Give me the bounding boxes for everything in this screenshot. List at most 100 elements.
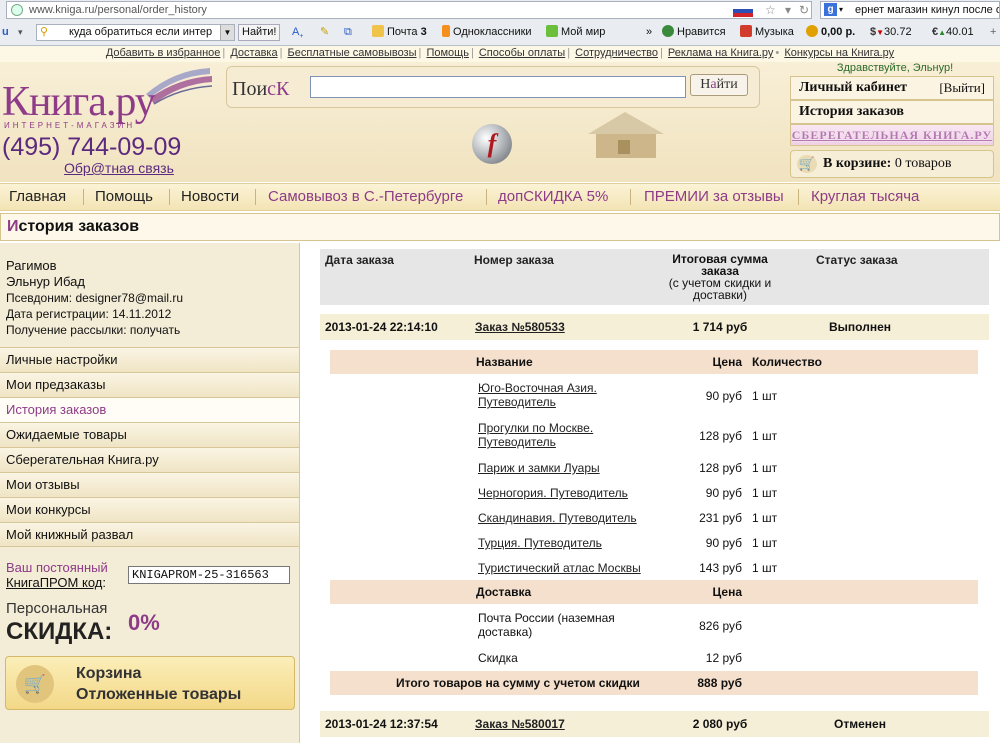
nav-home[interactable]: Главная bbox=[9, 184, 66, 210]
sidebar-item-order-history[interactable]: История заказов bbox=[0, 397, 299, 422]
feedback-link[interactable]: Обр@тная связь bbox=[64, 160, 174, 176]
nav-review-bonus[interactable]: ПРЕМИИ за отзывы bbox=[644, 184, 784, 210]
header-cart[interactable]: 🛒 В корзине: 0 товаров bbox=[790, 150, 994, 178]
item-link[interactable]: Туристический атлас Москвы bbox=[478, 561, 641, 575]
reload-icon[interactable]: ↻ bbox=[799, 2, 809, 18]
top-link[interactable]: Помощь bbox=[426, 47, 469, 59]
toolbar-logo-icon[interactable]: u bbox=[2, 22, 9, 42]
discount-value: 0% bbox=[128, 610, 160, 635]
nav-extra-discount[interactable]: допСКИДКА 5% bbox=[498, 184, 608, 210]
address-bar[interactable]: www.kniga.ru/personal/order_history ☆ ▾ … bbox=[6, 1, 812, 19]
delivery-name: Почта России (наземная доставка) bbox=[478, 611, 615, 639]
nav-round-thousand[interactable]: Круглая тысяча bbox=[811, 184, 919, 210]
deferred-items-link[interactable]: Отложенные товары bbox=[76, 686, 241, 704]
moimir-icon bbox=[546, 25, 558, 37]
item-link[interactable]: Турция. Путеводитель bbox=[478, 536, 602, 550]
top-link[interactable]: Конкурсы на Книга.ру bbox=[784, 47, 894, 59]
search-icon: ⚲ bbox=[40, 26, 49, 38]
nav-pickup-spb[interactable]: Самовывоз в С.-Петербурге bbox=[268, 184, 463, 210]
user-registered: Дата регистрации: 14.11.2012 bbox=[6, 307, 172, 321]
toolbar-search-input[interactable]: ⚲ куда обратиться если интер ▼ bbox=[36, 24, 235, 41]
balance-link[interactable]: 0,00 р. bbox=[806, 22, 855, 42]
item-link[interactable]: Скандинавия. Путеводитель bbox=[478, 511, 637, 525]
user-mailing: Получение рассылки: получать bbox=[6, 323, 181, 337]
item-link[interactable]: Прогулки по Москве. Путеводитель bbox=[478, 421, 593, 449]
logout-link[interactable]: [Выйти] bbox=[939, 77, 985, 99]
cabinet-link[interactable]: Личный кабинет bbox=[799, 80, 907, 95]
item-qty: 1 шт bbox=[752, 429, 778, 443]
top-link[interactable]: Добавить в избранное bbox=[106, 47, 221, 59]
page-search-icon[interactable]: ⧉ bbox=[344, 22, 352, 42]
sidebar-item-settings[interactable]: Личные настройки bbox=[0, 347, 299, 372]
item-link[interactable]: Юго-Восточная Азия. Путеводитель bbox=[478, 381, 597, 409]
order-row: 2013-01-24 12:37:54 Заказ №580017 2 080 … bbox=[320, 711, 989, 737]
dropdown-arrow-icon[interactable]: ▾ bbox=[785, 2, 791, 18]
usd-rate[interactable]: $▼30.72 bbox=[870, 22, 912, 43]
search-button[interactable]: Найти bbox=[690, 74, 748, 96]
total-row: Итого товаров на сумму с учетом скидки 8… bbox=[330, 671, 978, 695]
top-link[interactable]: Доставка bbox=[230, 47, 277, 59]
sidebar-item-preorders[interactable]: Мои предзаказы bbox=[0, 372, 299, 397]
mail-link[interactable]: Почта 3 bbox=[372, 22, 427, 42]
delivery-col-name: Доставка bbox=[476, 585, 532, 599]
find-button[interactable]: Найти! bbox=[238, 24, 281, 41]
item-link[interactable]: Париж и замки Луары bbox=[478, 461, 600, 475]
promo-code-label: Ваш постоянный КнигаПРОМ код: bbox=[6, 560, 108, 590]
sidebar-item-contests[interactable]: Мои конкурсы bbox=[0, 497, 299, 522]
dropdown-arrow-icon[interactable]: ▼ bbox=[220, 25, 234, 40]
top-link[interactable]: Бесплатные самовывозы bbox=[288, 47, 417, 59]
globe-icon bbox=[11, 4, 23, 16]
total-label: Итого товаров на сумму с учетом скидки bbox=[396, 676, 640, 690]
order-number-link[interactable]: Заказ №580533 bbox=[475, 314, 565, 340]
order-history-link[interactable]: История заказов bbox=[790, 100, 994, 124]
browser-chrome: www.kniga.ru/personal/order_history ☆ ▾ … bbox=[0, 0, 1000, 46]
site-search-input[interactable] bbox=[310, 76, 686, 98]
savings-book-banner[interactable]: СБЕРЕГАТЕЛЬНАЯ КНИГА.РУ bbox=[790, 124, 994, 146]
nav-help[interactable]: Помощь bbox=[95, 184, 153, 210]
browser-search-field[interactable]: g ▾ ернет магазин кинул после оплаты bbox=[820, 1, 1000, 19]
sidebar-item-book-sale[interactable]: Мой книжный развал bbox=[0, 522, 299, 547]
top-link[interactable]: Сотрудничество bbox=[575, 47, 658, 59]
item-price: 143 руб bbox=[699, 561, 742, 575]
top-link[interactable]: Способы оплаты bbox=[479, 47, 565, 59]
col-number: Номер заказа bbox=[474, 253, 554, 267]
flash-player-icon[interactable]: f bbox=[472, 124, 512, 164]
logo[interactable]: Книга.ру bbox=[2, 79, 156, 125]
more-icon[interactable]: + bbox=[990, 22, 996, 42]
dropdown-arrow-icon[interactable]: ▾ bbox=[18, 22, 23, 42]
sidebar-item-reviews[interactable]: Мои отзывы bbox=[0, 472, 299, 497]
like-link[interactable]: Нравится bbox=[662, 22, 726, 42]
sidebar-item-expected[interactable]: Ожидаемые товары bbox=[0, 422, 299, 447]
orders-table-header: Дата заказа Номер заказа Итоговая сумма … bbox=[320, 249, 989, 305]
star-icon[interactable]: ☆ bbox=[765, 2, 776, 18]
item-price: 90 руб bbox=[705, 486, 742, 500]
cart-panel[interactable]: 🛒 Корзина Отложенные товары bbox=[5, 656, 295, 710]
order-number-link[interactable]: Заказ №580017 bbox=[475, 711, 565, 737]
highlighter-icon[interactable]: ✎ bbox=[320, 22, 329, 42]
russian-flag-icon bbox=[733, 5, 753, 17]
odnoklassniki-link[interactable]: Одноклассники bbox=[442, 22, 532, 42]
col-date: Дата заказа bbox=[325, 253, 394, 267]
order-row: 2013-01-24 22:14:10 Заказ №580533 1 714 … bbox=[320, 314, 989, 340]
delivery-col-price: Цена bbox=[712, 585, 742, 599]
cart-icon: 🛒 bbox=[16, 665, 54, 703]
cabinet-box: Личный кабинет [Выйти] bbox=[790, 76, 994, 100]
eur-rate[interactable]: €▲40.01 bbox=[932, 22, 974, 43]
promo-code-field[interactable]: KNIGAPROM-25-316563 bbox=[128, 566, 290, 584]
cart-link[interactable]: Корзина bbox=[76, 665, 141, 683]
item-link[interactable]: Черногория. Путеводитель bbox=[478, 486, 628, 500]
more-chevron[interactable]: » bbox=[646, 22, 652, 42]
discount-label: Персональная bbox=[6, 600, 108, 617]
order-date: 2013-01-24 12:37:54 bbox=[325, 717, 438, 731]
dropdown-arrow-icon[interactable]: ▾ bbox=[839, 2, 843, 18]
sidebar-item-savings-book[interactable]: Сберегательная Книга.ру bbox=[0, 447, 299, 472]
moimir-link[interactable]: Мой мир bbox=[546, 22, 605, 42]
user-nick: Псевдоним: designer78@mail.ru bbox=[6, 291, 184, 305]
top-link[interactable]: Реклама на Книга.ру bbox=[668, 47, 774, 59]
nav-news[interactable]: Новости bbox=[181, 184, 239, 210]
item-price: 128 руб bbox=[699, 429, 742, 443]
font-size-icon[interactable]: A+ bbox=[292, 22, 303, 47]
google-icon: g bbox=[824, 3, 837, 16]
music-icon bbox=[740, 25, 752, 37]
music-link[interactable]: Музыка bbox=[740, 22, 794, 42]
